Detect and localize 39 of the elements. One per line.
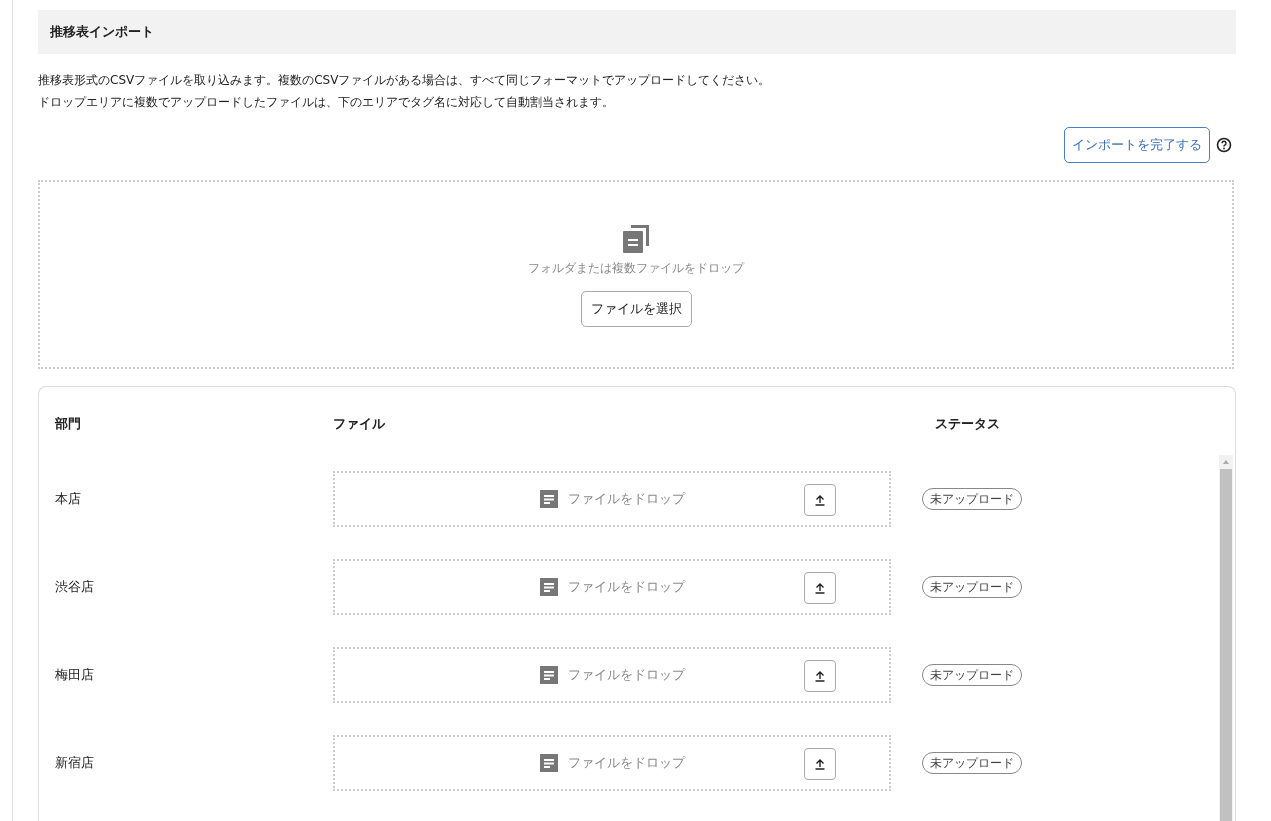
- help-icon: [1216, 137, 1232, 153]
- department-cell-text: 新宿店: [54, 754, 95, 772]
- upload-icon: [814, 582, 826, 594]
- description-text: ドロップエリアに複数でアップロードしたファイルは、下のエリアでタグ名に対応して自動割当されます。: [38, 94, 615, 111]
- upload-button[interactable]: [804, 572, 836, 604]
- upload-icon: [814, 670, 826, 682]
- file-drop-zone[interactable]: ファイルをドロップ: [333, 735, 891, 791]
- scrollbar[interactable]: [1219, 455, 1233, 821]
- scrollbar-thumb[interactable]: [1220, 469, 1232, 821]
- drop-hint: ファイルをドロップ: [567, 578, 685, 596]
- select-file-button[interactable]: ファイルを選択: [580, 291, 692, 327]
- department-cell-text: 渋谷店: [54, 578, 95, 596]
- drop-area-text: フォルダまたは複数ファイルをドロップ: [528, 260, 744, 277]
- column-header: ステータス: [934, 415, 1000, 433]
- file-drop-zone[interactable]: ファイルをドロップ: [333, 559, 891, 615]
- documents-icon: [622, 224, 650, 254]
- column-header: ファイル: [333, 415, 386, 433]
- file-drop-zone[interactable]: ファイルをドロップ: [333, 471, 891, 527]
- document-icon: [539, 490, 558, 508]
- drop-hint: ファイルをドロップ: [567, 666, 685, 684]
- drop-hint: ファイルをドロップ: [567, 490, 685, 508]
- upload-button[interactable]: [804, 660, 836, 692]
- document-icon: [539, 578, 558, 596]
- upload-icon: [814, 758, 826, 770]
- upload-button[interactable]: [804, 484, 836, 516]
- file-drop-zone[interactable]: ファイルをドロップ: [333, 647, 891, 703]
- department-cell-text: 梅田店: [54, 666, 95, 684]
- upload-button[interactable]: [804, 748, 836, 780]
- document-icon: [539, 666, 558, 684]
- department-cell-text: 本店: [54, 490, 82, 508]
- complete-import-button[interactable]: インポートを完了する: [1064, 127, 1210, 163]
- section-title: 推移表インポート: [38, 10, 1236, 54]
- document-icon: [539, 754, 558, 772]
- upload-icon: [814, 494, 826, 506]
- drop-hint: ファイルをドロップ: [567, 754, 685, 772]
- scroll-up-icon: [1222, 459, 1230, 465]
- description-text: 推移表形式のCSVファイルを取り込みます。複数のCSVファイルがある場合は、すべて同じフォーマットでアップロードしてください。: [38, 72, 772, 89]
- drop-area[interactable]: フォルダまたは複数ファイルをドロップ ファイルを選択: [38, 180, 1234, 369]
- column-header: 部門: [54, 415, 82, 433]
